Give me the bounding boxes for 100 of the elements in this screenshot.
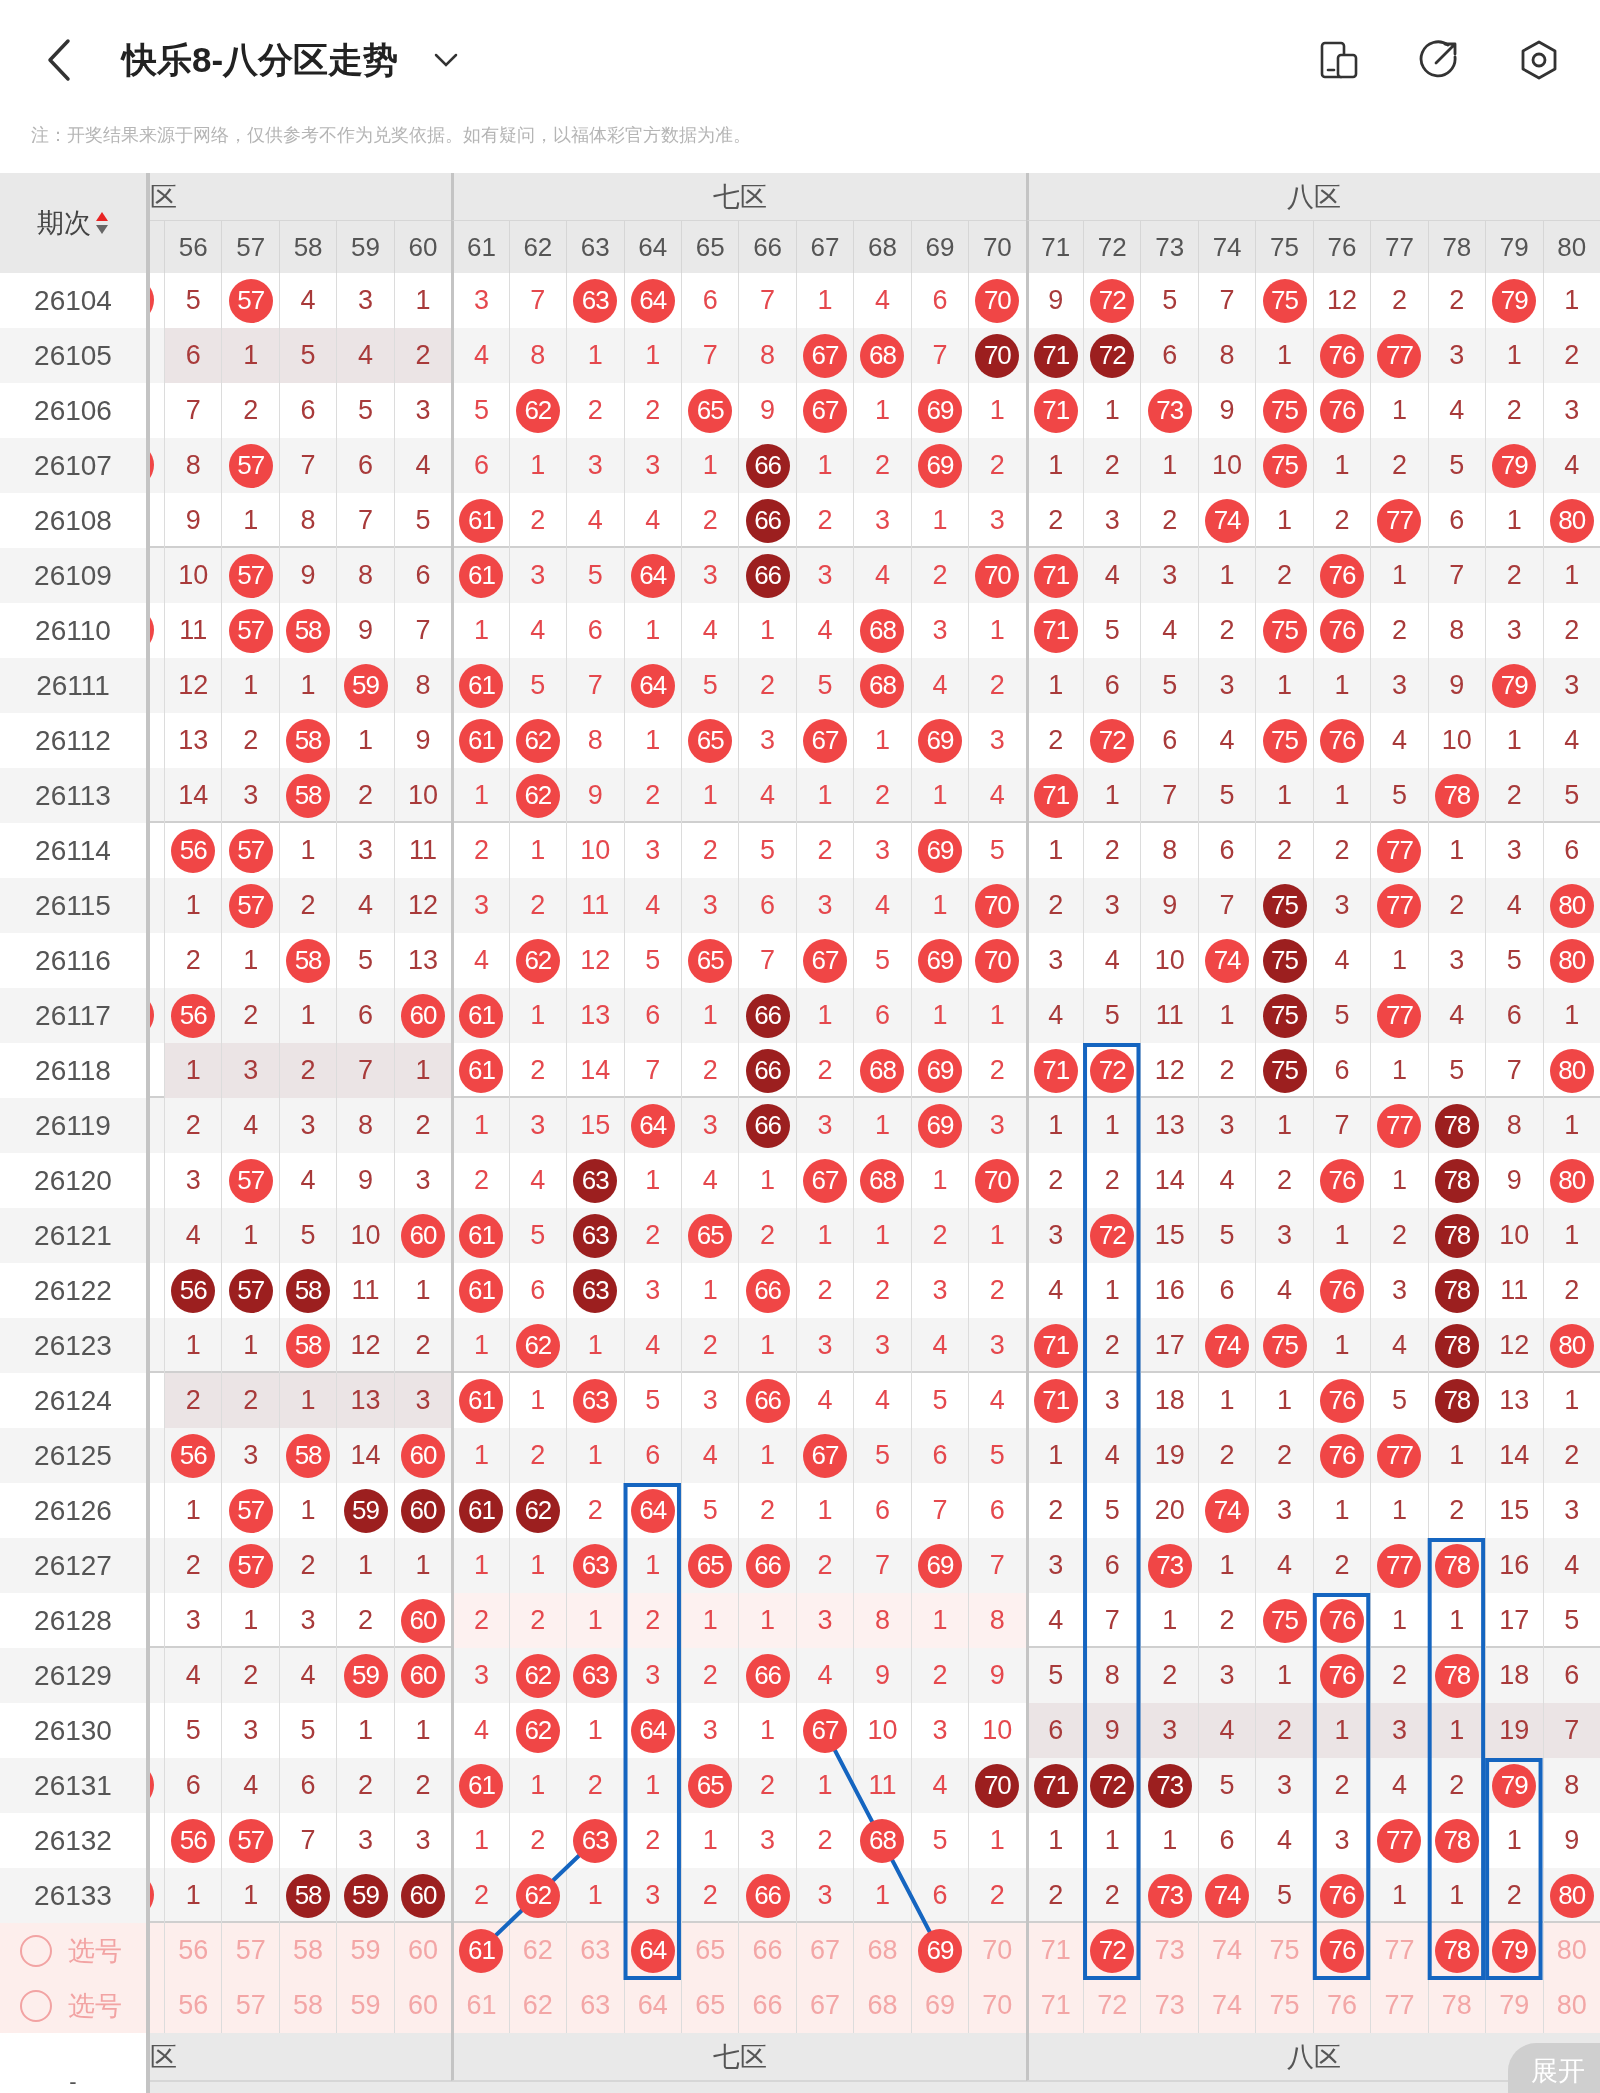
pick-number[interactable]: 69 xyxy=(917,1928,962,1973)
miss-count: 1 xyxy=(989,395,1005,426)
number-ball: 62 xyxy=(515,718,560,763)
miss-count: 3 xyxy=(1564,670,1580,701)
pick-number[interactable]: 80 xyxy=(1556,1935,1587,1966)
miss-count: 7 xyxy=(530,285,546,316)
miss-count: 9 xyxy=(587,780,603,811)
miss-count: 4 xyxy=(1048,1275,1064,1306)
pick-number[interactable]: 74 xyxy=(1212,1935,1243,1966)
pick-number[interactable]: 68 xyxy=(867,1990,898,2021)
pick-number[interactable]: 68 xyxy=(867,1935,898,1966)
miss-count: 2 xyxy=(530,890,546,921)
miss-count: 7 xyxy=(1334,1110,1350,1141)
miss-count: 4 xyxy=(1048,1605,1064,1636)
pick-number[interactable]: 61 xyxy=(466,1990,497,2021)
pick-number[interactable]: 64 xyxy=(630,1928,675,1973)
back-icon[interactable] xyxy=(46,38,72,82)
zone-label: 八区 xyxy=(1287,180,1342,214)
pick-number[interactable]: 78 xyxy=(1434,1928,1479,1973)
pick-number[interactable]: 64 xyxy=(637,1990,668,2021)
miss-count: 4 xyxy=(702,1440,718,1471)
miss-count: 1 xyxy=(587,1440,603,1471)
number-ball: 67 xyxy=(803,1158,848,1203)
number-ball: 66 xyxy=(745,1378,790,1423)
select-radio[interactable] xyxy=(20,1934,52,1967)
pick-number[interactable]: 67 xyxy=(810,1990,841,2021)
pick-number[interactable]: 71 xyxy=(1040,1935,1071,1966)
pick-number[interactable]: 75 xyxy=(1269,1935,1300,1966)
select-radio[interactable] xyxy=(20,1989,52,2022)
pick-number[interactable]: 60 xyxy=(407,1990,438,2021)
pick-number[interactable]: 76 xyxy=(1319,1928,1364,1973)
miss-count: 2 xyxy=(645,780,661,811)
miss-count: 13 xyxy=(1499,1385,1530,1416)
miss-count: 4 xyxy=(1506,890,1522,921)
miss-count: 3 xyxy=(473,285,489,316)
miss-count: 2 xyxy=(760,670,776,701)
pick-number[interactable]: 61 xyxy=(459,1928,504,1973)
pick-number[interactable]: 70 xyxy=(982,1990,1013,2021)
miss-count: 1 xyxy=(989,1220,1005,1251)
miss-count: 1 xyxy=(1277,780,1293,811)
number-ball: 59 xyxy=(343,1653,388,1698)
miss-count: 2 xyxy=(1506,395,1522,426)
pick-number[interactable]: 79 xyxy=(1499,1990,1530,2021)
miss-count: 11 xyxy=(581,890,610,921)
column-heading[interactable]: 期次 xyxy=(37,205,91,241)
pick-number[interactable]: 77 xyxy=(1384,1935,1415,1966)
pick-number[interactable]: 73 xyxy=(1154,1990,1185,2021)
miss-count: 6 xyxy=(932,1440,948,1471)
pick-number[interactable]: 58 xyxy=(293,1935,324,1966)
number-ball: 77 xyxy=(1377,333,1422,378)
pick-number[interactable]: 74 xyxy=(1212,1990,1243,2021)
pick-number[interactable]: 66 xyxy=(752,1990,783,2021)
number-ball: 61 xyxy=(459,498,504,543)
miss-count: 2 xyxy=(1048,505,1064,536)
pick-number[interactable]: 58 xyxy=(293,1990,324,2021)
pick-number[interactable]: 70 xyxy=(982,1935,1013,1966)
pick-number[interactable]: 63 xyxy=(580,1990,611,2021)
pick-number[interactable]: 57 xyxy=(235,1990,266,2021)
miss-count: 1 xyxy=(473,615,489,646)
miss-count: 3 xyxy=(473,890,489,921)
pick-number[interactable]: 62 xyxy=(522,1935,553,1966)
miss-count: 18 xyxy=(1154,1385,1185,1416)
miss-count: 1 xyxy=(300,1000,316,1031)
miss-count: 7 xyxy=(587,670,603,701)
pick-number[interactable]: 59 xyxy=(350,1935,381,1966)
pick-number[interactable]: 72 xyxy=(1090,1928,1135,1973)
number-ball: 63 xyxy=(573,1213,618,1258)
pick-number[interactable]: 73 xyxy=(1154,1935,1185,1966)
pick-number[interactable]: 75 xyxy=(1269,1990,1300,2021)
sort-icon[interactable] xyxy=(95,211,109,235)
device-icon[interactable] xyxy=(1318,39,1360,81)
pick-number[interactable]: 62 xyxy=(522,1990,553,2021)
pick-number[interactable]: 65 xyxy=(695,1990,726,2021)
miss-count: 6 xyxy=(874,1495,890,1526)
pick-number[interactable]: 71 xyxy=(1040,1990,1071,2021)
pick-number[interactable]: 63 xyxy=(580,1935,611,1966)
pick-number[interactable]: 57 xyxy=(235,1935,266,1966)
miss-count: 15 xyxy=(1154,1220,1185,1251)
pick-number[interactable]: 66 xyxy=(752,1935,783,1966)
pick-number[interactable]: 56 xyxy=(178,1990,209,2021)
pick-number[interactable]: 79 xyxy=(1492,1928,1537,1973)
miss-count: 7 xyxy=(1219,285,1235,316)
pick-number[interactable]: 56 xyxy=(178,1935,209,1966)
pick-number[interactable]: 67 xyxy=(810,1935,841,1966)
pick-number[interactable]: 77 xyxy=(1384,1990,1415,2021)
miss-count: 1 xyxy=(702,1275,718,1306)
pick-number[interactable]: 80 xyxy=(1556,1990,1587,2021)
number-ball: 64 xyxy=(630,278,675,323)
number-ball: 66 xyxy=(745,1873,790,1918)
pick-number[interactable]: 59 xyxy=(350,1990,381,2021)
pick-number[interactable]: 72 xyxy=(1097,1990,1128,2021)
pick-number[interactable]: 60 xyxy=(407,1935,438,1966)
dropdown-chevron-icon[interactable] xyxy=(434,53,459,67)
pick-label: 选号 xyxy=(68,1934,122,1968)
miss-count: 17 xyxy=(1499,1605,1530,1636)
pick-number[interactable]: 76 xyxy=(1326,1990,1357,2021)
pick-number[interactable]: 65 xyxy=(695,1935,726,1966)
pick-number[interactable]: 69 xyxy=(924,1990,955,2021)
miss-count: 17 xyxy=(1154,1330,1185,1361)
pick-number[interactable]: 78 xyxy=(1441,1990,1472,2021)
